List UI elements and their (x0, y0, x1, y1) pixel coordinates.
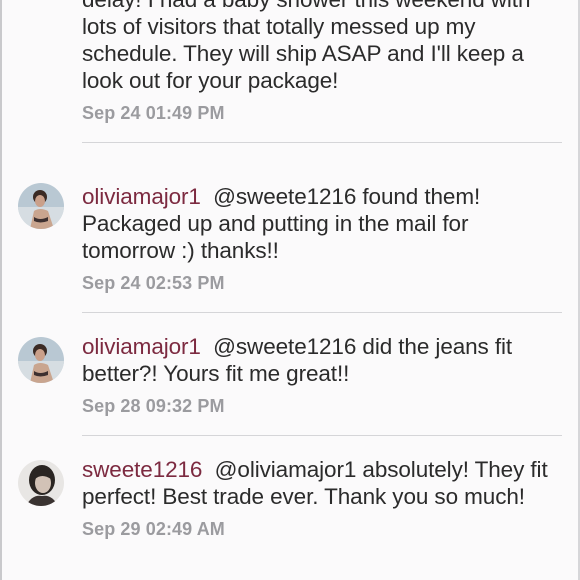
comment-text: sweete1216 @oliviamajor1 absolutely! The… (82, 456, 562, 510)
comment-timestamp: Sep 29 02:49 AM (82, 519, 225, 539)
comment-item: delay! I had a baby shower this weekend … (0, 0, 580, 143)
comment-item: oliviamajor1 @sweete1216 found them! Pac… (0, 143, 580, 313)
comment-timestamp: Sep 24 01:49 PM (82, 103, 225, 123)
comment-timestamp: Sep 28 09:32 PM (82, 396, 225, 416)
comment-item: sweete1216 @oliviamajor1 absolutely! The… (0, 436, 580, 540)
comment-text: delay! I had a baby shower this weekend … (82, 0, 562, 94)
comment-username[interactable]: sweete1216 (82, 457, 202, 482)
comment-item: oliviamajor1 @sweete1216 did the jeans f… (0, 313, 580, 436)
comment-username[interactable]: oliviamajor1 (82, 334, 201, 359)
comment-text: oliviamajor1 @sweete1216 did the jeans f… (82, 333, 562, 387)
avatar[interactable] (18, 337, 64, 383)
comment-body: delay! I had a baby shower this weekend … (82, 0, 530, 93)
avatar[interactable] (18, 183, 64, 229)
comment-thread: delay! I had a baby shower this weekend … (0, 0, 580, 540)
comment-text: oliviamajor1 @sweete1216 found them! Pac… (82, 183, 562, 264)
comment-username[interactable]: oliviamajor1 (82, 184, 201, 209)
avatar[interactable] (18, 460, 64, 506)
comment-timestamp: Sep 24 02:53 PM (82, 273, 225, 293)
